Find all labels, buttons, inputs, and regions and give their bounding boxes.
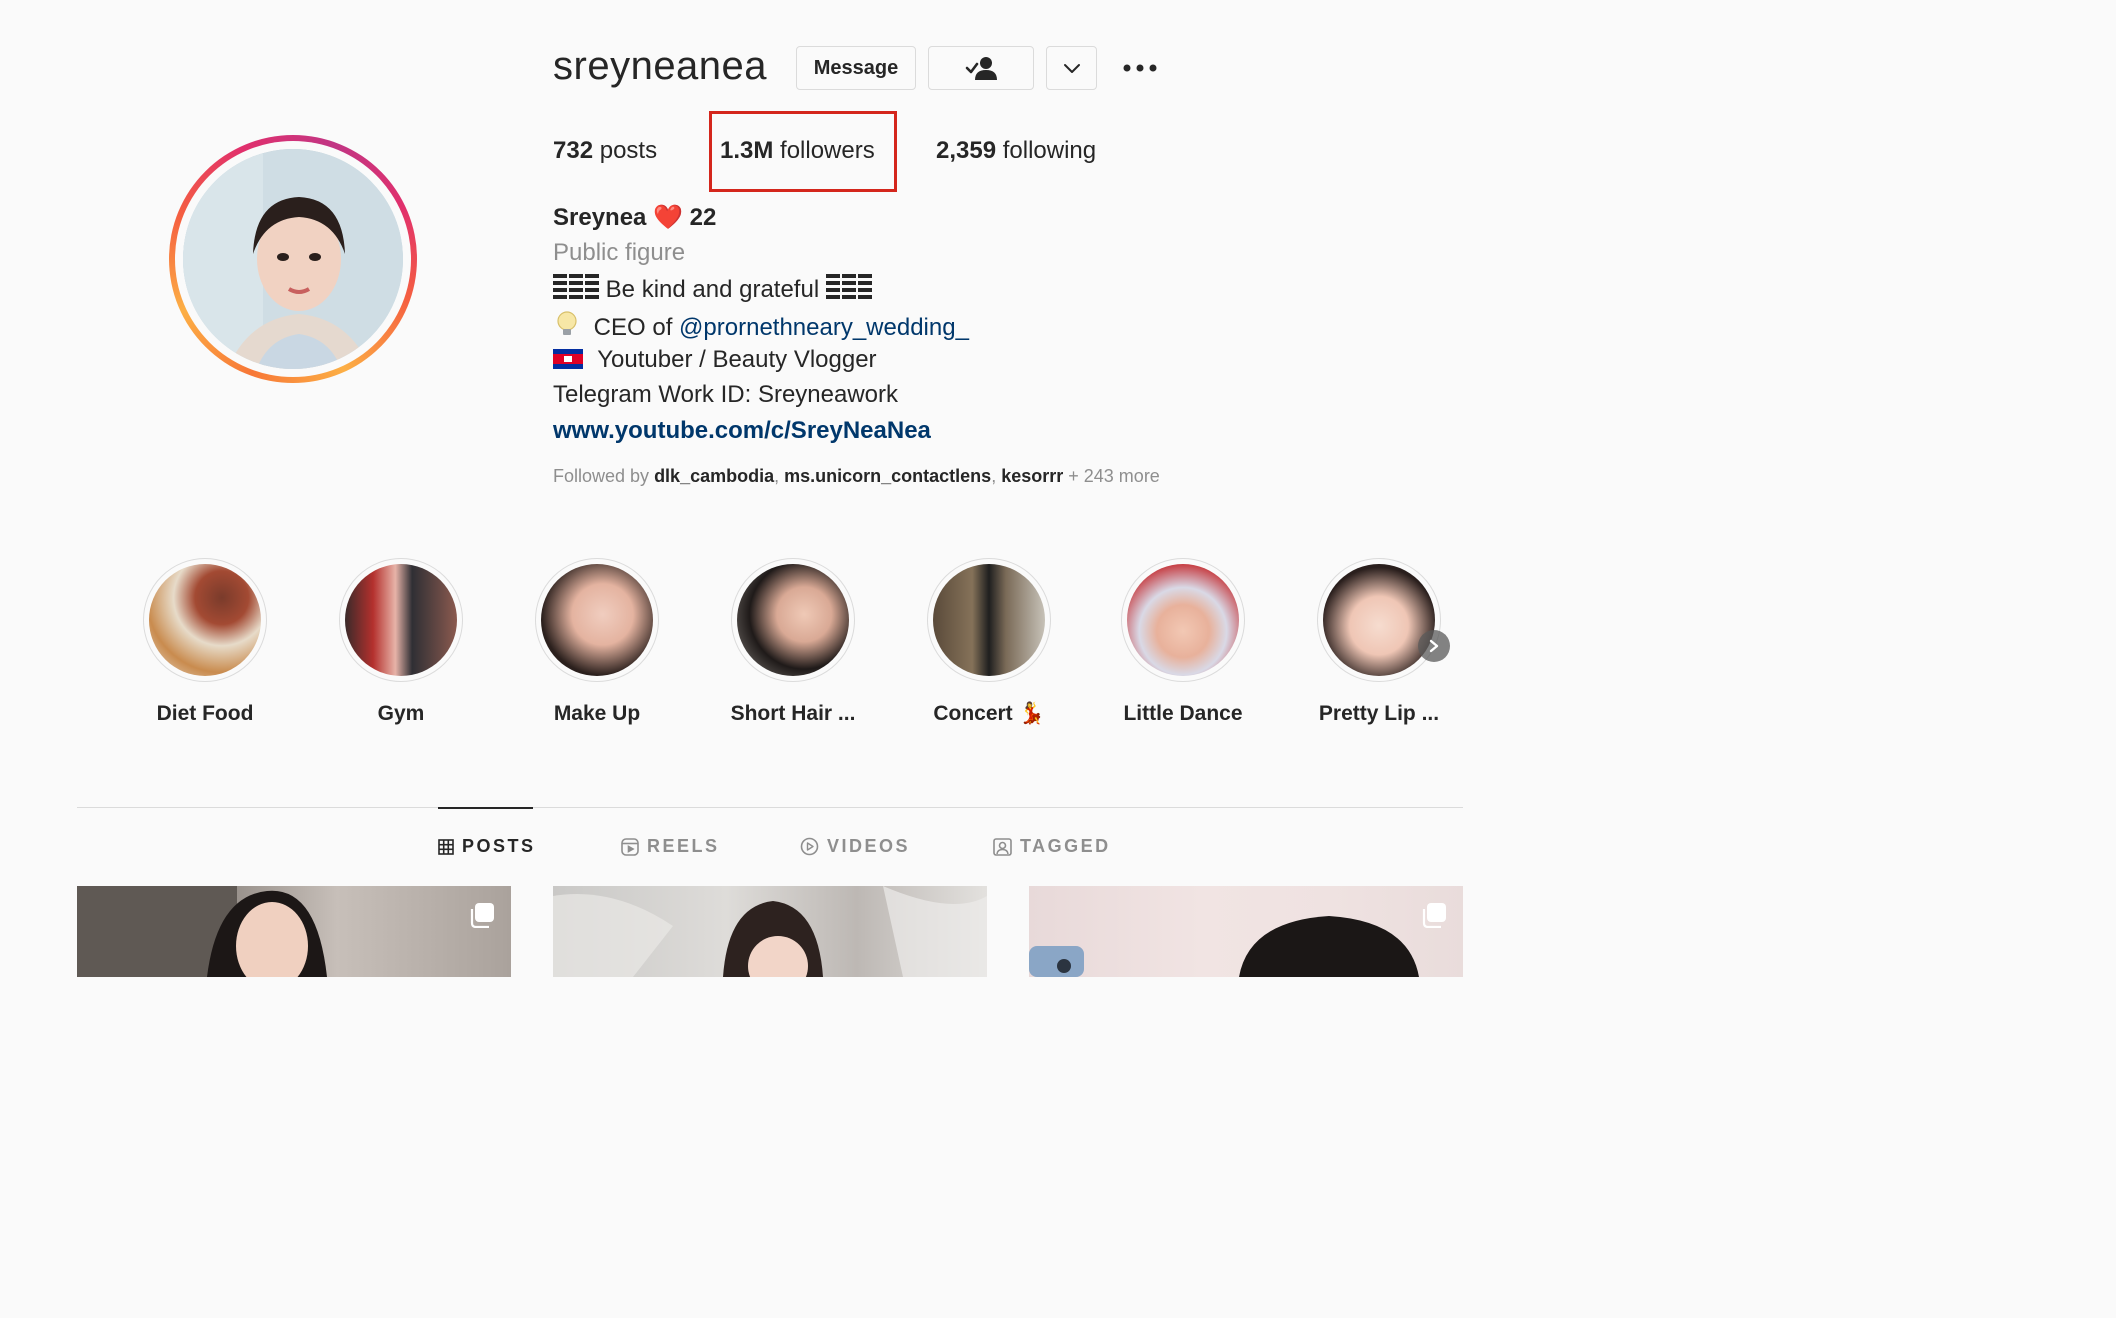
bio-website-link[interactable]: www.youtube.com/c/SreyNeaNea — [553, 417, 931, 445]
profile-avatar[interactable] — [169, 135, 417, 383]
grid-icon — [438, 838, 454, 855]
highlight-cover — [535, 558, 659, 682]
highlight-label: Pretty Lip ... — [1318, 702, 1440, 725]
stripes-icon — [553, 274, 599, 307]
highlight-cover — [927, 558, 1051, 682]
active-tab-indicator — [438, 807, 533, 809]
reels-icon — [621, 837, 639, 856]
avatar-illustration — [183, 149, 403, 369]
follower-username[interactable]: kesorrr — [1001, 466, 1063, 486]
suggestions-dropdown-button[interactable] — [1046, 46, 1097, 90]
bio-category: Public figure — [553, 239, 686, 266]
tab-label: REELS — [647, 836, 720, 856]
play-icon — [800, 837, 819, 856]
following-count-link[interactable]: 2,359 following — [936, 137, 1096, 165]
carousel-icon — [1421, 902, 1447, 933]
tab-tagged[interactable]: TAGGED — [993, 836, 1111, 857]
stripes-icon — [825, 274, 872, 307]
ellipsis-icon — [1123, 64, 1157, 72]
chevron-right-icon — [1429, 639, 1439, 653]
post-thumbnail[interactable] — [77, 886, 511, 977]
highlight-cover — [1121, 558, 1245, 682]
profile-username: sreyneanea — [553, 44, 768, 88]
highlight-label: Make Up — [553, 702, 641, 725]
highlight-gym[interactable]: Gym — [331, 558, 471, 726]
post-image — [1029, 916, 1419, 977]
highlight-little-dance[interactable]: Little Dance — [1113, 558, 1253, 726]
bio-line-ceo: CEO of @prornethneary_wedding_ — [553, 310, 969, 345]
followed-by-more[interactable]: + 243 more — [1068, 466, 1160, 486]
highlight-cover — [731, 558, 855, 682]
more-options-button[interactable] — [1118, 52, 1162, 84]
heart-icon: ❤️ — [653, 204, 683, 231]
highlight-short-hair[interactable]: Short Hair ... — [723, 558, 863, 726]
tab-label: VIDEOS — [827, 836, 911, 856]
lightbulb-icon — [553, 310, 581, 345]
highlight-label: Short Hair ... — [730, 702, 856, 725]
highlight-make-up[interactable]: Make Up — [527, 558, 667, 726]
followers-count-label: followers — [780, 137, 875, 164]
person-check-icon — [965, 57, 997, 80]
highlight-image — [1323, 564, 1435, 676]
avatar-ring-gap — [175, 141, 411, 377]
bio-line1-text: Be kind and grateful — [605, 276, 820, 303]
bio-name: Sreynea ❤️ 22 — [553, 203, 716, 232]
following-count-label: following — [1002, 137, 1097, 164]
followed-by-prefix: Followed by — [553, 466, 650, 486]
post-thumbnail[interactable] — [553, 886, 987, 977]
bio-line-kindness: Be kind and grateful — [553, 274, 872, 307]
highlight-image — [149, 564, 261, 676]
following-button[interactable] — [928, 46, 1034, 90]
post-image — [553, 886, 987, 977]
post-thumbnail[interactable] — [1029, 886, 1463, 977]
followers-count-link[interactable]: 1.3M followers — [720, 137, 875, 165]
tab-label: TAGGED — [1020, 836, 1111, 856]
highlight-image — [737, 564, 849, 676]
bio-line-youtuber: Youtuber / Beauty Vlogger — [553, 346, 877, 376]
bio-line2-prefix: CEO of — [593, 314, 673, 341]
posts-count-label: posts — [599, 137, 658, 164]
followed-by[interactable]: Followed by dlk_cambodia, ms.unicorn_con… — [553, 466, 1160, 487]
highlight-label: Gym — [377, 702, 425, 725]
highlight-label: Concert 💃 — [933, 702, 1045, 725]
tab-label: POSTS — [462, 836, 536, 856]
highlight-cover — [143, 558, 267, 682]
message-button[interactable]: Message — [796, 46, 916, 90]
post-image — [77, 886, 327, 977]
highlight-cover — [339, 558, 463, 682]
tab-posts[interactable]: POSTS — [438, 836, 536, 857]
tagged-icon — [993, 838, 1012, 856]
follower-username[interactable]: dlk_cambodia — [654, 466, 774, 486]
avatar-photo — [183, 149, 403, 369]
tab-videos[interactable]: VIDEOS — [800, 836, 910, 857]
posts-count-value: 732 — [553, 137, 594, 164]
posts-count: 732 posts — [553, 137, 657, 165]
highlight-label: Little Dance — [1123, 702, 1243, 725]
highlight-image — [541, 564, 653, 676]
bio-mention-link[interactable]: @prornethneary_wedding_ — [679, 314, 969, 341]
following-count-value: 2,359 — [936, 137, 997, 164]
chevron-down-icon — [1063, 64, 1080, 73]
highlight-image — [345, 564, 457, 676]
highlight-image — [933, 564, 1045, 676]
highlight-concert[interactable]: Concert 💃 — [919, 558, 1059, 726]
bio-line-telegram: Telegram Work ID: Sreyneawork — [553, 381, 898, 408]
bio-name-text: Sreynea — [553, 204, 647, 231]
bio-name-suffix: 22 — [689, 204, 717, 231]
highlights-next-button[interactable] — [1418, 630, 1450, 662]
highlight-image — [1127, 564, 1239, 676]
highlight-label: Diet Food — [156, 702, 254, 725]
tab-reels[interactable]: REELS — [621, 836, 720, 857]
bio-line3-text: Youtuber / Beauty Vlogger — [597, 346, 877, 373]
highlight-cover — [1317, 558, 1441, 682]
follower-username[interactable]: ms.unicorn_contactlens — [784, 466, 991, 486]
followers-count-value: 1.3M — [720, 137, 774, 164]
carousel-icon — [469, 902, 495, 933]
highlight-diet-food[interactable]: Diet Food — [135, 558, 275, 726]
cambodia-flag-icon — [553, 348, 583, 376]
tabs-divider — [77, 807, 1463, 808]
